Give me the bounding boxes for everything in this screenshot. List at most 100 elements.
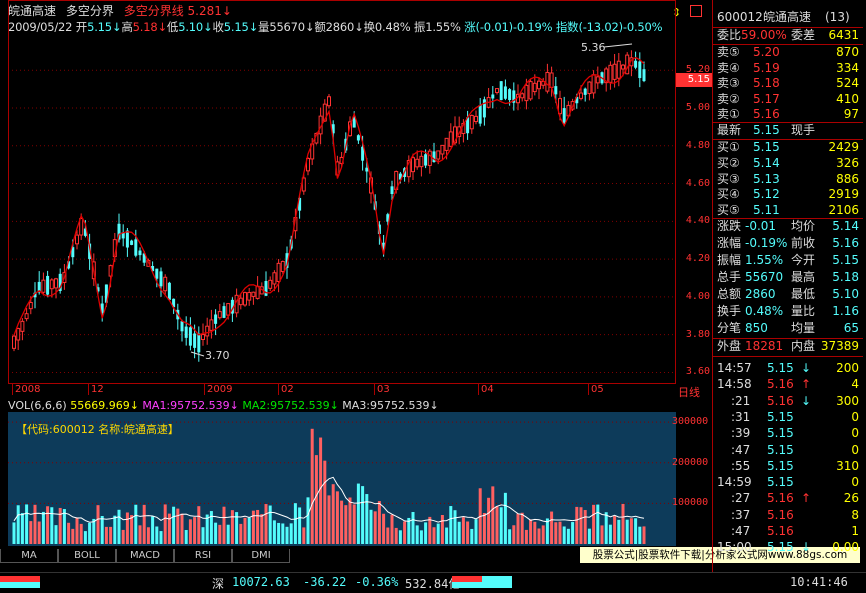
tick-row: :55 5.15 310 [731, 458, 859, 473]
volume-bar [218, 524, 222, 544]
candle [272, 272, 277, 285]
candle [612, 63, 617, 80]
candle [642, 69, 646, 82]
buy-level-4[interactable]: 买④ 5.12 2919 [715, 186, 861, 203]
tab-dmi[interactable]: DMI [232, 549, 290, 563]
date-tick-label: 02 [278, 384, 294, 395]
volume-bar [125, 512, 129, 544]
candle [499, 81, 503, 101]
buy-level-2[interactable]: 买② 5.14 326 [715, 155, 861, 172]
buy-level-3[interactable]: 买③ 5.13 886 [715, 171, 861, 188]
volume-bar [533, 521, 537, 544]
volume-bar [432, 527, 436, 544]
date-tick-label: 05 [588, 384, 604, 395]
volume-bar [37, 521, 41, 544]
volume-bar [151, 516, 155, 544]
volume-axis: 300000 200000 100000 [672, 398, 712, 546]
volume-bar [327, 495, 331, 544]
volume-bar [96, 505, 100, 544]
candle [159, 271, 163, 287]
status-bar: 深 10072.63 -36.22 -0.36% 532.84亿 10:41:4… [0, 572, 866, 593]
volume-bar [20, 513, 24, 544]
volume-tick-label: 200000 [672, 456, 709, 468]
candle [24, 313, 29, 320]
sell-level-1[interactable]: 卖① 5.16 97 [715, 106, 861, 123]
stat-row: 涨跌 -0.01 均价 5.14 [717, 219, 859, 233]
volume-bar [537, 528, 541, 544]
volume-bar [201, 527, 205, 544]
tab-macd[interactable]: MACD [116, 549, 174, 563]
candle [20, 320, 25, 332]
volume-bar [184, 530, 188, 544]
volume-bar [54, 525, 58, 544]
candle [222, 306, 226, 318]
volume-bar [638, 526, 642, 544]
volume-bar [117, 509, 121, 544]
volume-bar [188, 519, 192, 544]
volume-bar [608, 524, 612, 544]
candle [448, 131, 453, 147]
volume-bar [340, 500, 344, 544]
market-name: 深 [212, 577, 225, 591]
price-tick-label: 3.80 [685, 328, 710, 340]
volume-bar [436, 523, 440, 544]
volume-bar [592, 504, 596, 544]
volume-bar [306, 497, 310, 544]
tab-boll[interactable]: BOLL [58, 549, 116, 563]
candle [28, 301, 33, 310]
tick-row: 14:57 5.15 ↓ 200 [717, 361, 859, 375]
volume-bar [134, 504, 138, 544]
buy-level-5[interactable]: 买⑤ 5.11 2106 [715, 202, 861, 219]
volume-bar [12, 522, 16, 544]
volume-bar [419, 530, 423, 544]
candle [268, 279, 273, 289]
volume-bar [461, 517, 465, 544]
stat-row: 总额 2860 最低 5.10 [717, 287, 859, 301]
volume-bar [571, 522, 575, 544]
outer-volume: 18281 [745, 339, 784, 353]
candle [415, 158, 420, 168]
tick-row: 14:58 5.16 ↑ 4 [717, 377, 859, 392]
volume-bar [310, 428, 314, 544]
low-annotation: 3.70 [205, 349, 230, 362]
buy-level-1[interactable]: 买① 5.15 2429 [715, 139, 861, 156]
candle [188, 327, 192, 346]
candle [134, 239, 138, 256]
volume-bar [58, 507, 62, 544]
candle [163, 276, 168, 292]
volume-bar [146, 527, 150, 544]
candle [238, 297, 243, 306]
date-tick-label: 12 [88, 384, 104, 395]
volume-bar [314, 455, 318, 544]
volume-bar [298, 507, 302, 544]
sell-level-4[interactable]: 卖④ 5.19 334 [715, 60, 861, 77]
tick-row: :37 5.16 8 [731, 507, 859, 522]
sell-level-5[interactable]: 卖⑤ 5.20 870 [715, 44, 861, 61]
sell-level-2[interactable]: 卖② 5.17 410 [715, 91, 861, 108]
volume-bar [104, 526, 108, 544]
volume-bar [579, 507, 583, 544]
candle [482, 99, 486, 118]
volume-bar [352, 504, 356, 544]
volume-bar [155, 526, 159, 544]
volume-bar [180, 513, 184, 544]
candle [180, 321, 184, 332]
candle [495, 88, 499, 93]
tab-rsi[interactable]: RSI [174, 549, 232, 563]
date-tick-label: 2009 [204, 384, 232, 395]
candlestick-chart[interactable]: 5.36 3.70 [8, 0, 676, 398]
last-price: 5.15 [753, 123, 780, 137]
volume-bar [361, 486, 365, 544]
tick-row: 14:59 5.15 0 [717, 475, 859, 490]
sell-level-3[interactable]: 卖③ 5.18 524 [715, 75, 861, 92]
current-price-marker: 5.15 [676, 73, 712, 87]
volume-bar [382, 513, 386, 544]
volume-bar [600, 525, 604, 544]
volume-tick-label: 100000 [672, 497, 709, 509]
volume-bar [394, 527, 398, 544]
volume-bar [474, 519, 478, 544]
tab-ma[interactable]: MA [0, 549, 58, 563]
volume-bar [344, 505, 348, 544]
volume-bar [243, 517, 247, 544]
price-tick-label: 4.00 [685, 290, 710, 302]
